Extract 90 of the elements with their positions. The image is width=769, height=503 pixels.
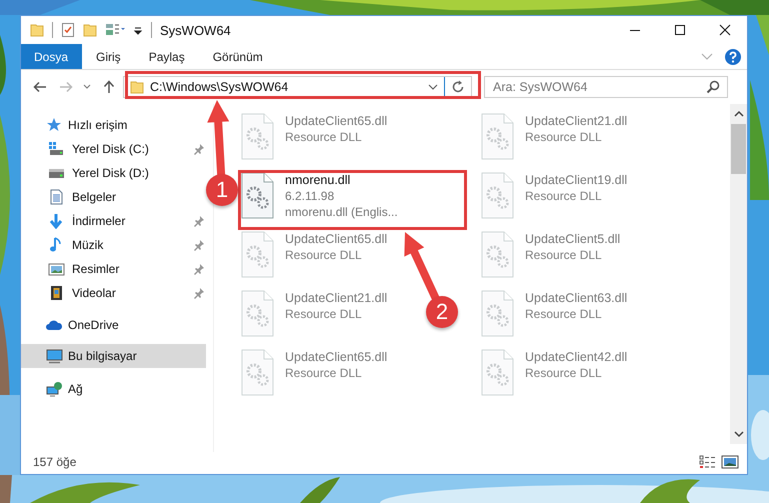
pin-icon[interactable] bbox=[193, 215, 205, 227]
ribbon-tab[interactable]: Paylaş bbox=[134, 44, 199, 69]
sidebar-item[interactable]: Ağ bbox=[21, 377, 206, 401]
dll-file-icon bbox=[481, 231, 514, 279]
sidebar-item[interactable]: Bu bilgisayar bbox=[21, 344, 206, 368]
document-icon bbox=[48, 189, 65, 205]
dll-file-icon bbox=[481, 290, 514, 338]
file-detail: Resource DLL bbox=[525, 306, 603, 322]
pin-icon[interactable] bbox=[193, 239, 205, 251]
file-detail: Resource DLL bbox=[525, 365, 603, 381]
help-icon[interactable] bbox=[725, 48, 741, 64]
refresh-icon[interactable] bbox=[451, 80, 465, 94]
file-name: UpdateClient65.dll bbox=[285, 231, 388, 247]
pin-icon[interactable] bbox=[193, 263, 205, 275]
sidebar-item[interactable]: Müzik bbox=[21, 233, 206, 257]
file-detail: nmorenu.dll (Englis... bbox=[285, 204, 398, 220]
up-arrow-icon[interactable] bbox=[103, 80, 115, 94]
file-detail: Resource DLL bbox=[285, 247, 363, 263]
window-title: SysWOW64 bbox=[160, 22, 231, 38]
file-item[interactable]: UpdateClient19.dll Resource DLL bbox=[481, 169, 628, 228]
pin-icon[interactable] bbox=[193, 287, 205, 299]
file-detail: Resource DLL bbox=[525, 188, 603, 204]
file-name: UpdateClient19.dll bbox=[525, 172, 628, 188]
scrollbar[interactable] bbox=[730, 104, 747, 444]
file-name: UpdateClient5.dll bbox=[525, 231, 620, 247]
sidebar-item[interactable]: Resimler bbox=[21, 257, 206, 281]
dll-file-icon bbox=[241, 231, 274, 279]
computer-icon bbox=[46, 348, 63, 364]
details-view-icon[interactable] bbox=[699, 455, 717, 469]
dll-file-icon bbox=[481, 113, 514, 161]
folder-icon bbox=[130, 79, 144, 95]
properties-icon[interactable] bbox=[61, 22, 75, 38]
file-item[interactable]: UpdateClient21.dll Resource DLL bbox=[481, 110, 628, 169]
file-detail: 6.2.11.98 bbox=[285, 188, 336, 204]
back-arrow-icon[interactable] bbox=[33, 81, 47, 93]
file-item[interactable]: UpdateClient63.dll Resource DLL bbox=[481, 287, 628, 346]
dll-file-icon bbox=[481, 172, 514, 220]
file-item[interactable]: UpdateClient65.dll Resource DLL bbox=[241, 228, 388, 287]
file-item[interactable]: UpdateClient21.dll Resource DLL bbox=[241, 287, 388, 346]
file-item[interactable]: UpdateClient65.dll Resource DLL bbox=[241, 110, 388, 169]
sidebar-item[interactable]: İndirmeler bbox=[21, 209, 206, 233]
maximize-icon bbox=[674, 24, 686, 36]
file-name: UpdateClient42.dll bbox=[525, 349, 628, 365]
file-detail: Resource DLL bbox=[525, 247, 603, 263]
file-name: UpdateClient21.dll bbox=[285, 290, 388, 306]
file-name: UpdateClient65.dll bbox=[285, 349, 388, 365]
ribbon-tab[interactable]: Dosya bbox=[21, 44, 82, 69]
ribbon-tab[interactable]: Görünüm bbox=[198, 44, 277, 69]
search-icon[interactable] bbox=[706, 80, 720, 94]
close-icon bbox=[718, 24, 730, 36]
dll-file-icon bbox=[241, 172, 274, 220]
file-item[interactable]: UpdateClient5.dll Resource DLL bbox=[481, 228, 620, 287]
file-name: UpdateClient65.dll bbox=[285, 113, 388, 129]
sidebar-item[interactable]: Belgeler bbox=[21, 185, 206, 209]
dll-file-icon bbox=[241, 290, 274, 338]
pin-icon[interactable] bbox=[193, 143, 205, 155]
sidebar-item[interactable]: Yerel Disk (D:) bbox=[21, 161, 206, 185]
file-item[interactable]: nmorenu.dll 6.2.11.98 nmorenu.dll (Englis... bbox=[241, 169, 398, 228]
file-detail: Resource DLL bbox=[285, 129, 363, 145]
picture-icon bbox=[48, 261, 65, 277]
drive-icon bbox=[48, 141, 65, 157]
star-icon bbox=[46, 117, 63, 133]
address-field[interactable]: C:\Windows\SysWOW64 bbox=[123, 76, 472, 98]
film-icon bbox=[48, 285, 65, 301]
file-name: UpdateClient63.dll bbox=[525, 290, 628, 306]
sidebar-item[interactable]: Hızlı erişim bbox=[21, 113, 206, 137]
file-detail: Resource DLL bbox=[285, 306, 363, 322]
download-arrow-icon bbox=[48, 213, 65, 229]
file-detail: Resource DLL bbox=[285, 365, 363, 381]
dll-file-icon bbox=[241, 349, 274, 397]
file-item[interactable]: UpdateClient42.dll Resource DLL bbox=[481, 346, 628, 405]
sidebar-item[interactable]: OneDrive bbox=[21, 313, 206, 337]
dll-file-icon bbox=[241, 113, 274, 161]
sidebar-item[interactable]: Yerel Disk (C:) bbox=[21, 137, 206, 161]
file-item[interactable]: UpdateClient65.dll Resource DLL bbox=[241, 346, 388, 405]
sidebar-item[interactable]: Videolar bbox=[21, 281, 206, 305]
address-path: C:\Windows\SysWOW64 bbox=[150, 80, 288, 94]
dropdown-icon[interactable] bbox=[428, 84, 438, 90]
file-detail: Resource DLL bbox=[525, 129, 603, 145]
large-icons-view-icon[interactable] bbox=[721, 455, 739, 469]
view-options-icon[interactable] bbox=[105, 22, 125, 38]
ribbon-tab[interactable]: Giriş bbox=[82, 44, 135, 69]
network-icon bbox=[46, 381, 63, 397]
recent-locations-icon[interactable] bbox=[83, 84, 91, 90]
file-name: UpdateClient21.dll bbox=[525, 113, 628, 129]
search-field[interactable]: Ara: SysWOW64 bbox=[484, 76, 728, 98]
item-count: 157 öğe bbox=[33, 455, 76, 469]
scrollbar-thumb[interactable] bbox=[731, 124, 746, 174]
file-name: nmorenu.dll bbox=[285, 172, 352, 188]
dll-file-icon bbox=[481, 349, 514, 397]
